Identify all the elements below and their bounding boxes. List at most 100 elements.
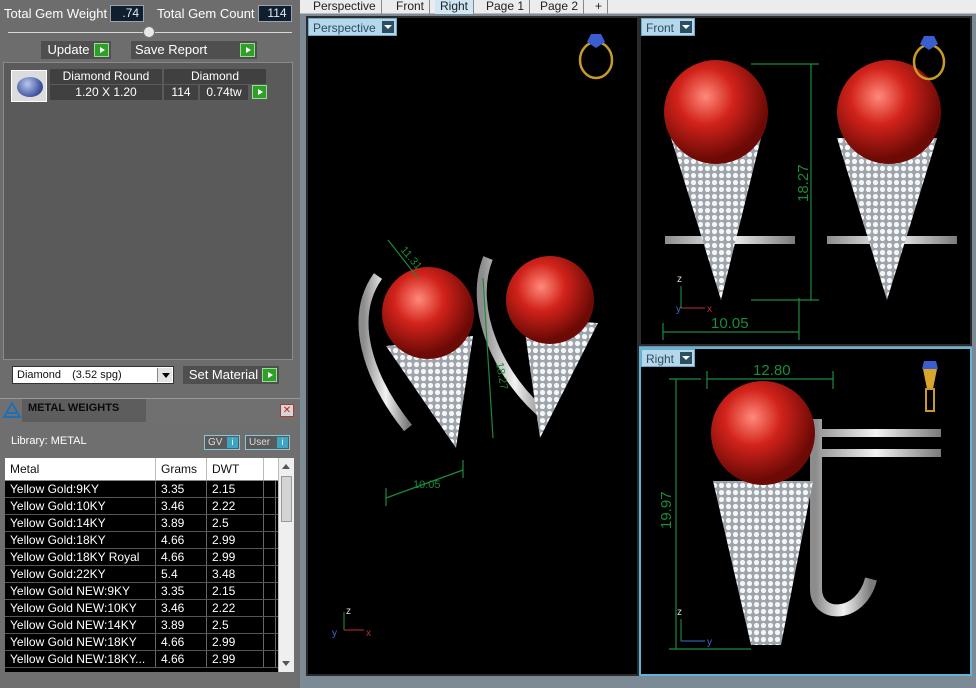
grams-cell: 4.66 <box>156 532 207 548</box>
right-render: 12.80 19.97 z y <box>658 361 941 650</box>
chevron-down-icon[interactable] <box>680 21 693 33</box>
scroll-up-icon[interactable] <box>282 464 290 469</box>
material-dropdown-spg: (3.52 spg) <box>72 369 122 381</box>
total-gem-count-field[interactable]: 114 <box>257 4 292 22</box>
right-pearl <box>711 381 815 485</box>
round-diamond-icon[interactable] <box>11 70 47 102</box>
table-row[interactable]: Yellow Gold:22KY 5.4 3.48 <box>5 566 294 583</box>
material-dropdown[interactable]: Diamond (3.52 spg) <box>12 366 174 384</box>
metal-name-cell: Yellow Gold:18KY Royal <box>5 549 156 565</box>
play-arrow-icon[interactable] <box>252 85 267 99</box>
add-tab-icon[interactable]: + <box>590 0 609 14</box>
splitter-handle[interactable] <box>143 26 155 38</box>
user-toggle[interactable]: User i <box>245 435 290 450</box>
table-row[interactable]: Yellow Gold NEW:18KY... 4.66 2.99 <box>5 651 294 668</box>
ring-view-icon[interactable] <box>912 36 946 81</box>
gem-weight: 0.74tw <box>200 85 248 100</box>
total-gem-weight-field[interactable]: .74 <box>110 4 145 22</box>
table-row[interactable]: Yellow Gold NEW:9KY 3.35 2.15 <box>5 583 294 600</box>
table-row[interactable]: Yellow Gold NEW:14KY 3.89 2.5 <box>5 617 294 634</box>
right-viewport[interactable]: 12.80 19.97 z y Right <box>639 347 972 676</box>
column-dwt[interactable]: DWT <box>207 458 264 480</box>
dwt-cell: 2.99 <box>207 549 264 565</box>
scroll-down-icon[interactable] <box>282 661 290 666</box>
metal-table-scrollbar[interactable] <box>278 458 294 672</box>
axis-y-label: y <box>332 628 337 639</box>
play-arrow-icon <box>240 43 255 57</box>
tab-right[interactable]: Right <box>435 0 475 14</box>
grams-cell: 3.35 <box>156 481 207 497</box>
update-button[interactable]: Update <box>41 41 111 59</box>
coral-pearl-right <box>506 256 594 344</box>
spacer-cell <box>264 600 276 616</box>
save-report-button[interactable]: Save Report <box>131 41 257 59</box>
app-window: Total Gem Weight .74 Total Gem Count 114… <box>0 0 976 688</box>
spacer-cell <box>264 566 276 582</box>
metal-weights-header: METAL WEIGHTS ✕ <box>0 398 300 423</box>
close-icon[interactable]: ✕ <box>280 404 294 417</box>
update-button-label: Update <box>47 42 90 57</box>
metal-name-cell: Yellow Gold:10KY <box>5 498 156 514</box>
chevron-down-icon[interactable] <box>157 368 172 382</box>
gem-list: Diamond Round 1.20 X 1.20 Diamond 114 0.… <box>3 62 293 360</box>
table-row[interactable]: Yellow Gold:18KY Royal 4.66 2.99 <box>5 549 294 566</box>
chevron-down-icon[interactable] <box>680 352 693 364</box>
gem-size: 1.20 X 1.20 <box>50 85 162 100</box>
perspective-viewport-label[interactable]: Perspective <box>308 18 397 36</box>
info-icon: i <box>227 437 238 448</box>
tab-page-2[interactable]: Page 2 <box>535 0 585 14</box>
spacer-cell <box>264 532 276 548</box>
perspective-viewport[interactable]: 10.05 18.27 11.31 z x y Perspective <box>306 16 639 676</box>
scroll-thumb[interactable] <box>281 476 292 522</box>
metal-table-body: Yellow Gold:9KY 3.35 2.15 Yellow Gold:10KY 3… <box>5 481 294 668</box>
play-arrow-icon <box>94 43 109 57</box>
table-row[interactable]: Yellow Gold NEW:18KY 4.66 2.99 <box>5 634 294 651</box>
right-viewport-label[interactable]: Right <box>641 349 696 367</box>
dwt-cell: 2.15 <box>207 583 264 599</box>
set-material-button[interactable]: Set Material <box>183 366 279 384</box>
metal-name-cell: Yellow Gold NEW:18KY <box>5 634 156 650</box>
spacer-cell <box>264 515 276 531</box>
coral-pearl-left <box>382 267 474 359</box>
tab-perspective[interactable]: Perspective <box>308 0 382 14</box>
spacer-cell <box>264 583 276 599</box>
grams-cell: 4.66 <box>156 549 207 565</box>
table-row[interactable]: Yellow Gold:14KY 3.89 2.5 <box>5 515 294 532</box>
spacer-cell <box>264 634 276 650</box>
tab-front[interactable]: Front <box>391 0 431 14</box>
gem-name: Diamond Round <box>50 69 162 84</box>
column-metal[interactable]: Metal <box>5 458 156 480</box>
save-report-button-label: Save Report <box>135 42 208 57</box>
spacer-cell <box>264 498 276 514</box>
front-dim-width: 10.05 <box>711 315 749 332</box>
metal-name-cell: Yellow Gold NEW:18KY... <box>5 651 156 667</box>
table-row[interactable]: Yellow Gold:10KY 3.46 2.22 <box>5 498 294 515</box>
spacer-cell <box>264 549 276 565</box>
front-pearl-right <box>837 60 941 164</box>
front-viewport-label[interactable]: Front <box>641 18 696 36</box>
right-dim-width: 12.80 <box>753 362 791 379</box>
axis-y-label: y <box>707 637 712 648</box>
dwt-cell: 2.99 <box>207 532 264 548</box>
dwt-cell: 2.22 <box>207 600 264 616</box>
ring-view-icon[interactable] <box>578 34 614 80</box>
spacer-cell <box>264 651 276 667</box>
gv-toggle[interactable]: GV i <box>204 435 240 450</box>
tab-page-1[interactable]: Page 1 <box>481 0 531 14</box>
total-gem-count-label: Total Gem Count <box>157 5 255 21</box>
metal-weights-body: Library: METAL GV i User i Metal Grams D… <box>0 422 300 688</box>
perspective-dim-width: 10.05 <box>413 479 441 491</box>
ring-side-view-icon[interactable] <box>922 361 938 412</box>
dwt-cell: 2.22 <box>207 498 264 514</box>
total-gem-count: Total Gem Count 114 <box>157 4 292 22</box>
table-row[interactable]: Yellow Gold NEW:10KY 3.46 2.22 <box>5 600 294 617</box>
table-row[interactable]: Yellow Gold:9KY 3.35 2.15 <box>5 481 294 498</box>
front-viewport[interactable]: 10.05 18.27 z x y Front <box>639 16 972 346</box>
table-row[interactable]: Yellow Gold:18KY 4.66 2.99 <box>5 532 294 549</box>
column-grams[interactable]: Grams <box>156 458 207 480</box>
gem-count: 114 <box>164 85 198 100</box>
chevron-down-icon[interactable] <box>381 21 394 33</box>
dwt-cell: 2.15 <box>207 481 264 497</box>
matrix-logo-icon <box>2 401 22 418</box>
info-icon: i <box>277 437 288 448</box>
